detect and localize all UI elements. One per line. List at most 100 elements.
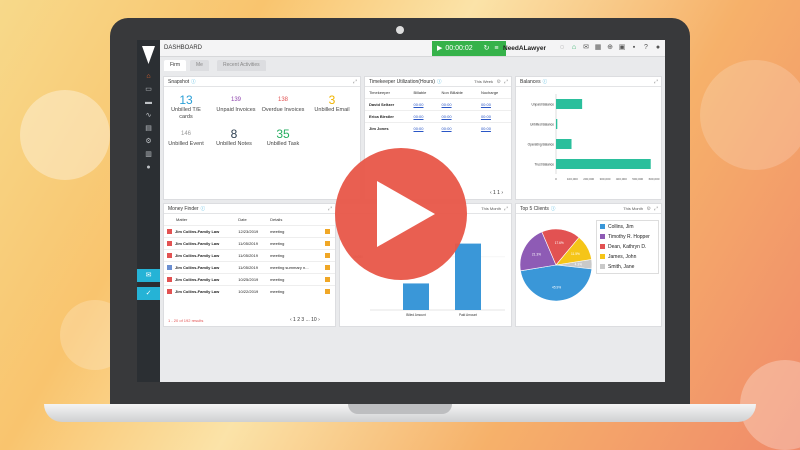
money-finder-pagination[interactable]: ‹ 1 2 3 ... 10 › [290,317,320,323]
slice-label: 17.6% [555,241,564,245]
book-icon[interactable]: ▤ [144,125,153,132]
add-icon[interactable]: ⊕ [606,44,614,52]
legend-item[interactable]: Dean, Kathryn D. [600,244,646,251]
matter-name: Jim Collins-Family Law [175,289,220,295]
play-icon[interactable] [377,181,435,247]
thumbs-up-button[interactable]: ✓ [137,287,160,300]
table-row[interactable]: Jim Collins-Family Law 11/05/2019 meetin… [164,249,335,262]
nocharge-link[interactable]: 00:00 [476,122,511,135]
edit-icon[interactable] [324,264,330,270]
chat-icon[interactable]: ◌ [558,44,566,52]
home-icon[interactable]: ⌂ [144,73,153,80]
table-row[interactable]: Jim Collins-Family Law 11/05/2019 meetin… [164,261,335,274]
save-icon[interactable]: ▪ [630,44,638,52]
legend-label: Collins, Jim [608,224,634,230]
snapshot-value: 138 [277,97,288,103]
results-count: 1 - 20 of 192 results [168,318,204,323]
snapshot-unbilled-notes[interactable]: 8 Unbilled Notes [212,127,256,148]
info-icon[interactable]: ⓘ [191,79,196,84]
expand-icon[interactable]: ⤢ [504,204,508,214]
non-billable-link[interactable]: 00:00 [437,98,477,111]
laptop-icon[interactable]: ▬ [144,99,153,106]
billable-link[interactable]: 00:00 [409,98,438,111]
period-selector[interactable]: This Week [474,77,493,87]
chart-line-icon[interactable]: ∿ [144,112,153,119]
snapshot-overdue-invoices[interactable]: 138 Overdue Invoices [261,93,305,114]
expand-icon[interactable]: ⤢ [504,77,508,87]
table-row[interactable]: Jim Collins-Family Law 10/25/2019 meetin… [164,273,335,286]
tick-label: 200,000 [583,177,594,181]
gears-icon[interactable]: ⚙ [144,138,153,145]
period-selector[interactable]: This Month [623,204,643,214]
legend-item[interactable]: Smith, Jane [600,264,634,271]
play-icon[interactable]: ▶ [437,45,442,52]
edit-icon[interactable] [324,276,330,282]
envelope-icon[interactable]: ✉ [582,44,590,52]
snapshot-unbilled-task[interactable]: 35 Unbilled Task [261,127,305,148]
edit-icon[interactable] [324,252,330,258]
expand-icon[interactable]: ⤢ [654,204,658,214]
nocharge-link[interactable]: 00:00 [476,98,511,111]
info-icon[interactable]: ⓘ [551,206,556,211]
bar-chart-icon[interactable]: ▥ [144,151,153,158]
calendar-icon [167,289,172,295]
table-row[interactable]: Jim Collins-Family Law 12/23/2019 meetin… [164,225,335,238]
snapshot-unbilled-email[interactable]: 3 Unbilled Email [310,93,354,114]
column-header: Billable [413,90,427,95]
billable-link[interactable]: 00:00 [409,122,438,135]
legend-item[interactable]: Timothy R. Hopper [600,234,650,241]
settings-icon[interactable]: ⚙ [497,77,501,87]
legend-item[interactable]: Collins, Jim [600,224,634,231]
edit-icon[interactable] [324,228,330,234]
nocharge-link[interactable]: 00:00 [476,110,511,123]
tab-me[interactable]: Me [190,60,209,71]
edit-icon[interactable] [324,240,330,246]
edit-icon[interactable] [324,288,330,294]
timekeeper-pagination[interactable]: ‹ 1 1 › [490,190,503,196]
timer-widget[interactable]: ▶ 00:00:02 ↻ ≡ [432,41,506,56]
expand-icon[interactable]: ⤢ [353,77,357,87]
help-icon[interactable]: ? [642,44,650,52]
info-icon[interactable]: ⓘ [543,79,548,84]
bokeh-light [700,60,800,170]
list-icon[interactable]: ≡ [494,45,498,52]
tab-firm[interactable]: Firm [164,60,186,71]
table-header-row: Matter Date Details [164,214,335,226]
reset-icon[interactable]: ↻ [484,45,490,52]
film-icon[interactable]: ▣ [618,44,626,52]
chat-button[interactable]: ✉ [137,269,160,282]
table-row[interactable]: Jim Collins-Family Law 10/22/2019 meetin… [164,285,335,298]
non-billable-link[interactable]: 00:00 [437,122,477,135]
user-icon[interactable]: ● [144,164,153,171]
snapshot-unbilled-te-cards[interactable]: 13 Unbilled T/E cards [164,93,208,121]
snapshot-unpaid-invoices[interactable]: 139 Unpaid Invoices [214,93,258,114]
tab-recent-activities-label: Recent Activities [223,62,260,68]
calculator-icon[interactable]: ▦ [594,44,602,52]
bank-icon[interactable]: ⌂ [570,44,578,52]
profile-icon[interactable]: ● [654,44,662,52]
panel-title: Money Finder [168,206,199,212]
top-clients-panel: Top 5 Clients ⓘ This Month ⚙ ⤢ 4.3% 45.9% 2… [515,203,662,327]
legend-label: Timothy R. Hopper [608,234,650,240]
legend-item[interactable]: James, John [600,254,636,261]
folder-icon[interactable]: ▭ [144,86,153,93]
settings-icon[interactable]: ⚙ [647,204,651,214]
tab-recent-activities[interactable]: Recent Activities [217,60,266,71]
row-date: 10/22/2019 [235,285,268,298]
webcam [396,26,404,34]
expand-icon[interactable]: ⤢ [328,204,332,214]
expand-icon[interactable]: ⤢ [654,77,658,87]
panel-title: Top 5 Clients [520,206,549,212]
info-icon[interactable]: ⓘ [437,79,442,84]
tick-label: 300,000 [600,177,611,181]
billable-link[interactable]: 00:00 [409,110,438,123]
panel-title: Timekeeper Utilization(Hours) [369,79,435,85]
category-label: Billed Amount [406,313,426,317]
snapshot-unbilled-event[interactable]: 146 Unbilled Event [164,127,208,148]
table-row[interactable]: Jim Collins-Family Law 11/05/2019 meetin… [164,237,335,250]
period-selector[interactable]: This Month [481,204,501,214]
info-icon[interactable]: ⓘ [201,206,206,211]
category-label: Paid Amount [459,313,477,317]
non-billable-link[interactable]: 00:00 [437,110,477,123]
snapshot-value: 35 [276,127,290,141]
